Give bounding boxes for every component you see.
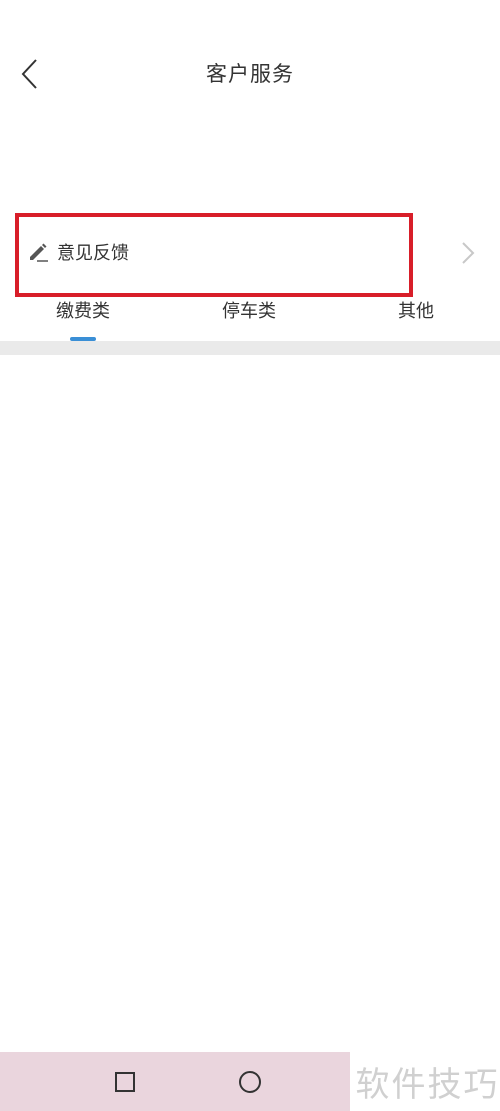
tab-parking[interactable]: 停车类 [222, 297, 276, 323]
section-divider [0, 341, 500, 355]
chevron-right-icon [462, 242, 475, 264]
app-header: 客户服务 [0, 0, 500, 150]
circle-icon[interactable] [236, 1068, 264, 1096]
tab-payment[interactable]: 缴费类 [56, 297, 110, 323]
feedback-label: 意见反馈 [57, 243, 129, 264]
tab-content [0, 355, 500, 1052]
page-title: 客户服务 [206, 62, 294, 86]
system-nav-bar [0, 1052, 350, 1111]
square-icon[interactable] [111, 1068, 139, 1096]
watermark-text: 软件技巧 [355, 1065, 500, 1105]
tab-other[interactable]: 其他 [398, 297, 434, 323]
feedback-row[interactable]: 意见反馈 [15, 213, 485, 297]
pencil-icon [30, 243, 48, 262]
category-tabs: 缴费类 停车类 其他 [0, 293, 500, 341]
